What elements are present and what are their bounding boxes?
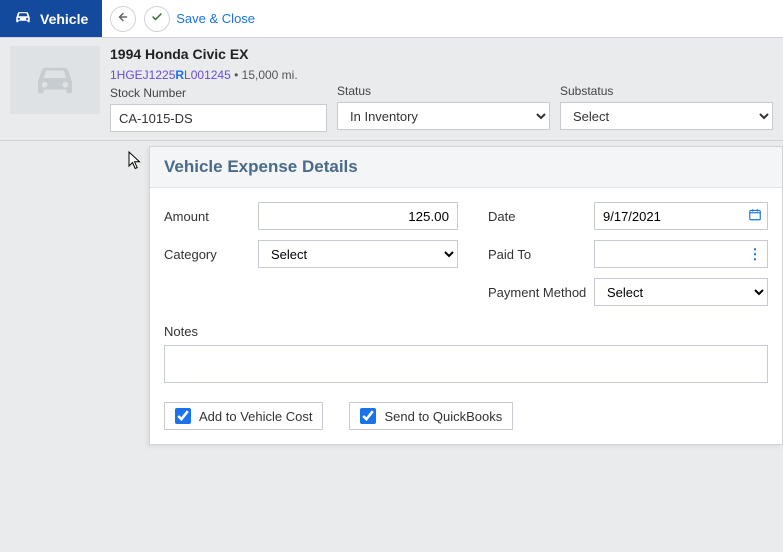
card-title: Vehicle Expense Details [164,157,768,177]
substatus-select[interactable]: Select [560,102,773,130]
stock-number-input[interactable] [110,104,327,132]
save-close-button[interactable] [144,6,170,32]
expense-card: Vehicle Expense Details Amount Date Cate… [149,146,783,445]
vin-part2[interactable]: L001245 [184,68,231,82]
mileage: 15,000 mi. [242,68,298,82]
top-bar: Vehicle Save & Close [0,0,783,38]
checks-row: Add to Vehicle Cost Send to QuickBooks [164,402,768,430]
vin-check-digit[interactable]: R [175,68,184,82]
substatus-label: Substatus [560,84,773,98]
arrow-left-icon [117,11,129,26]
notes-label: Notes [164,324,768,339]
amount-input[interactable] [258,202,458,230]
date-input[interactable] [594,202,768,230]
calendar-icon[interactable] [748,208,762,225]
vin-part1[interactable]: 1HGEJ1225 [110,68,175,82]
payment-method-select[interactable]: Select [594,278,768,306]
amount-label: Amount [164,209,258,224]
add-to-cost-label: Add to Vehicle Cost [199,409,312,424]
module-chip: Vehicle [0,0,102,37]
stock-number-label: Stock Number [110,86,327,100]
card-header: Vehicle Expense Details [150,147,782,188]
status-label: Status [337,84,550,98]
form-grid: Amount Date Category Select Paid To ⋮ [164,202,768,306]
status-select[interactable]: In Inventory [337,102,550,130]
miles-sep: • [231,68,242,82]
category-select[interactable]: Select [258,240,458,268]
save-close-link[interactable]: Save & Close [176,11,255,26]
vehicle-thumbnail [10,46,100,114]
paidto-label: Paid To [488,247,594,262]
vehicle-info: 1994 Honda Civic EX 1HGEJ1225RL001245 • … [110,46,327,132]
more-icon[interactable]: ⋮ [748,246,762,263]
status-col: Status In Inventory [337,46,550,132]
payment-method-label: Payment Method [488,285,594,300]
send-to-quickbooks-label: Send to QuickBooks [384,409,502,424]
notes-textarea[interactable] [164,345,768,383]
notes-block: Notes [164,324,768,386]
substatus-col: Substatus Select [560,46,773,132]
send-to-quickbooks-checkbox[interactable] [360,408,376,424]
category-label: Category [164,247,258,262]
cursor-icon [128,151,144,174]
module-title: Vehicle [40,11,88,27]
car-icon [14,10,32,27]
check-icon [151,11,163,26]
add-to-cost-checkbox[interactable] [175,408,191,424]
date-field [594,202,768,230]
vehicle-header: 1994 Honda Civic EX 1HGEJ1225RL001245 • … [0,38,783,141]
paidto-field: ⋮ [594,240,768,268]
date-label: Date [488,209,594,224]
vin-line: 1HGEJ1225RL001245 • 15,000 mi. [110,68,327,82]
send-to-quickbooks-check[interactable]: Send to QuickBooks [349,402,513,430]
paidto-input[interactable] [594,240,768,268]
add-to-cost-check[interactable]: Add to Vehicle Cost [164,402,323,430]
back-button[interactable] [110,6,136,32]
card-body: Amount Date Category Select Paid To ⋮ [150,188,782,444]
vehicle-title: 1994 Honda Civic EX [110,46,327,62]
